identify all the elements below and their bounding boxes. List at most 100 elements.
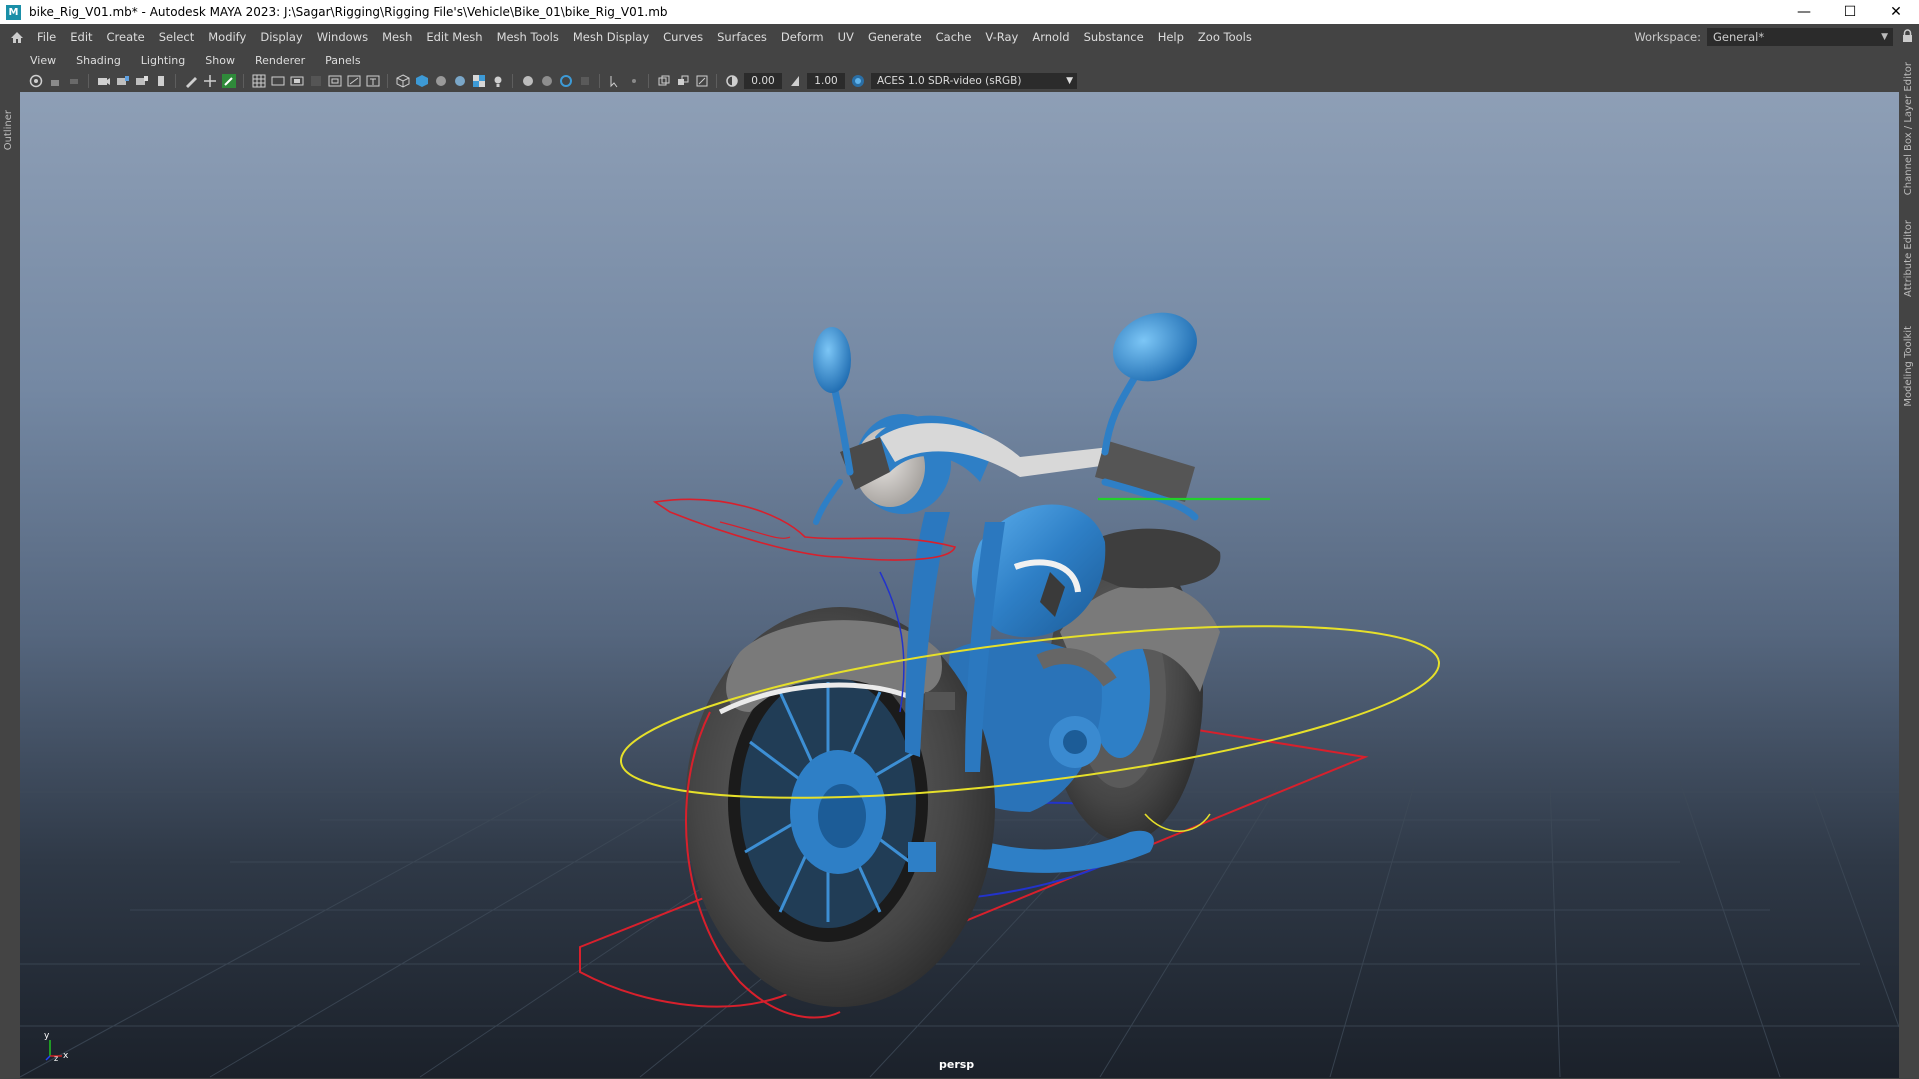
field-chart-icon[interactable]	[327, 74, 342, 89]
lock-camera-icon[interactable]	[47, 74, 62, 89]
chevron-down-icon: ▼	[1066, 76, 1073, 86]
viewport-persp[interactable]: y x z persp	[20, 92, 1899, 1078]
menu-curves[interactable]: Curves	[656, 30, 710, 44]
menu-display[interactable]: Display	[253, 30, 309, 44]
color-space-value: ACES 1.0 SDR-video (sRGB)	[877, 75, 1022, 87]
menu-create[interactable]: Create	[100, 30, 152, 44]
gate-mask-icon[interactable]	[308, 74, 323, 89]
isolate-select-icon[interactable]	[558, 74, 573, 89]
minimize-icon[interactable]: —	[1781, 0, 1827, 24]
menu-help[interactable]: Help	[1151, 30, 1191, 44]
outliner-strip[interactable]: Outliner	[0, 50, 20, 1079]
menu-windows[interactable]: Windows	[310, 30, 375, 44]
bookmark-camera-icon[interactable]	[115, 74, 130, 89]
right-mirror	[1101, 312, 1197, 456]
screen-space-ao-icon[interactable]	[539, 74, 554, 89]
camera-sequence-icon[interactable]	[675, 74, 690, 89]
menu-edit-mesh[interactable]: Edit Mesh	[419, 30, 489, 44]
gamma-field[interactable]: 1.00	[807, 73, 845, 89]
maximize-icon[interactable]: ☐	[1827, 0, 1873, 24]
textured-icon[interactable]	[452, 74, 467, 89]
maya-app-icon: M	[6, 4, 21, 20]
axis-z-label: z	[54, 1054, 58, 1062]
menu-deform[interactable]: Deform	[774, 30, 831, 44]
menu-vray[interactable]: V-Ray	[978, 30, 1025, 44]
color-management-icon[interactable]	[850, 74, 865, 89]
axis-y-label: y	[44, 1031, 50, 1041]
workspace-value: General*	[1713, 30, 1765, 44]
ortho-camera-icon[interactable]	[656, 74, 671, 89]
menu-mesh-tools[interactable]: Mesh Tools	[490, 30, 566, 44]
workspace-select[interactable]: General* ▼	[1707, 28, 1893, 46]
resolution-gate-icon[interactable]	[289, 74, 304, 89]
shadows-icon[interactable]	[520, 74, 535, 89]
panel-menu-panels[interactable]: Panels	[315, 54, 370, 67]
menu-surfaces[interactable]: Surfaces	[710, 30, 774, 44]
menu-uv[interactable]: UV	[831, 30, 861, 44]
wireframe-icon[interactable]	[395, 74, 410, 89]
home-icon[interactable]	[4, 24, 30, 50]
attribute-editor-tab[interactable]: Attribute Editor	[1903, 220, 1914, 297]
smooth-shade-icon[interactable]	[414, 74, 429, 89]
grid-icon[interactable]	[251, 74, 266, 89]
motion-blur-icon[interactable]	[577, 74, 592, 89]
channel-box-tab[interactable]: Channel Box / Layer Editor	[1903, 62, 1914, 195]
exposure-icon[interactable]	[724, 74, 739, 89]
film-gate-icon[interactable]	[270, 74, 285, 89]
menu-cache[interactable]: Cache	[929, 30, 979, 44]
axis-gizmo: y x z	[44, 1031, 69, 1062]
camera-attributes-icon[interactable]	[66, 74, 81, 89]
workspace-label: Workspace:	[1634, 30, 1701, 44]
panel-menu-shading[interactable]: Shading	[66, 54, 131, 67]
grease-pencil-active-icon[interactable]	[221, 74, 236, 89]
gamma-icon[interactable]	[787, 74, 802, 89]
two-d-pan-zoom-icon[interactable]	[202, 74, 217, 89]
xray-joints-icon[interactable]	[626, 74, 641, 89]
chevron-down-icon: ▼	[1881, 32, 1888, 42]
camera-icon[interactable]	[96, 74, 111, 89]
use-default-material-icon[interactable]	[433, 74, 448, 89]
window-controls: — ☐ ✕	[1781, 0, 1919, 24]
panel-menu-show[interactable]: Show	[195, 54, 245, 67]
panel-toolbar: 0.00 1.00 ACES 1.0 SDR-video (sRGB) ▼	[20, 70, 1899, 92]
modeling-toolkit-tab[interactable]: Modeling Toolkit	[1903, 326, 1914, 407]
color-space-select[interactable]: ACES 1.0 SDR-video (sRGB) ▼	[871, 73, 1077, 89]
menu-mesh-display[interactable]: Mesh Display	[566, 30, 656, 44]
checker-icon[interactable]	[471, 74, 486, 89]
menu-generate[interactable]: Generate	[861, 30, 929, 44]
window-title: bike_Rig_V01.mb* - Autodesk MAYA 2023: J…	[29, 5, 668, 19]
left-mirror	[813, 327, 854, 476]
close-icon[interactable]: ✕	[1873, 0, 1919, 24]
xray-icon[interactable]	[607, 74, 622, 89]
main-menu-bar: File Edit Create Select Modify Display W…	[0, 24, 1919, 50]
exposure-field[interactable]: 0.00	[744, 73, 782, 89]
menu-arnold[interactable]: Arnold	[1025, 30, 1076, 44]
panel-menu-renderer[interactable]: Renderer	[245, 54, 315, 67]
workspace-area: Workspace: General* ▼	[1634, 24, 1893, 50]
menu-substance[interactable]: Substance	[1077, 30, 1151, 44]
select-camera-icon[interactable]	[28, 74, 43, 89]
lock-icon[interactable]	[1902, 29, 1913, 46]
bookmark-2d-icon[interactable]	[134, 74, 149, 89]
axis-x-label: x	[63, 1051, 69, 1061]
title-bar: M bike_Rig_V01.mb* - Autodesk MAYA 2023:…	[0, 0, 1919, 24]
panel-menu-bar: View Shading Lighting Show Renderer Pane…	[20, 50, 1899, 70]
menu-edit[interactable]: Edit	[63, 30, 99, 44]
panel-menu-view[interactable]: View	[20, 54, 66, 67]
menu-file[interactable]: File	[30, 30, 63, 44]
grease-pencil-icon[interactable]	[183, 74, 198, 89]
camera-name-label: persp	[939, 1058, 975, 1071]
outliner-tab[interactable]: Outliner	[3, 110, 14, 150]
menu-select[interactable]: Select	[152, 30, 201, 44]
panel-menu-lighting[interactable]: Lighting	[131, 54, 195, 67]
menu-zoo-tools[interactable]: Zoo Tools	[1191, 30, 1259, 44]
menu-modify[interactable]: Modify	[201, 30, 253, 44]
safe-title-icon[interactable]	[365, 74, 380, 89]
frame-all-icon[interactable]	[694, 74, 709, 89]
safe-action-icon[interactable]	[346, 74, 361, 89]
viewport-scene	[20, 312, 1899, 1078]
menu-mesh[interactable]: Mesh	[375, 30, 419, 44]
right-panels-strip: Channel Box / Layer Editor Attribute Edi…	[1899, 50, 1919, 1079]
image-plane-icon[interactable]	[153, 74, 168, 89]
lights-icon[interactable]	[490, 74, 505, 89]
